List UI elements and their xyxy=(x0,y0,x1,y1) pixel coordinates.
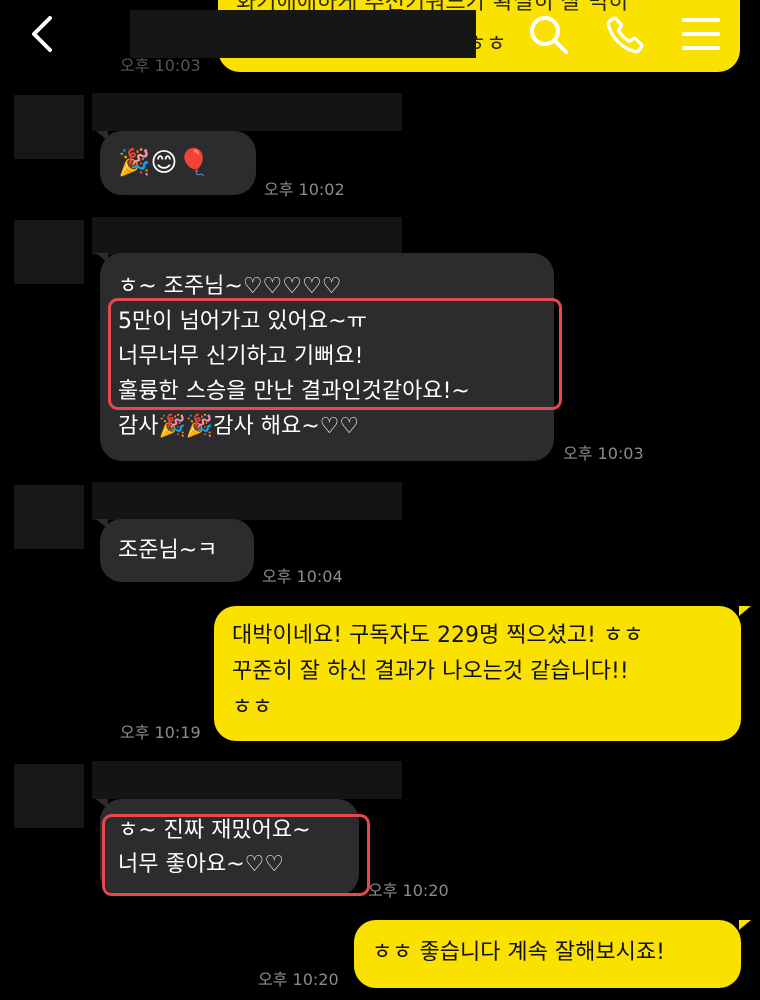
avatar[interactable] xyxy=(14,485,84,549)
my-message-bubble[interactable]: 대박이네요! 구독자도 229명 찍으셨고! ㅎㅎ 꾸준히 잘 하신 결과가 나… xyxy=(214,606,741,741)
message-time: 오후 10:03 xyxy=(563,444,644,463)
my-message-bubble[interactable]: ㅎㅎ 좋습니다 계속 잘해보시죠! xyxy=(354,920,741,988)
message-time: 오후 10:19 xyxy=(120,723,201,742)
message-time: 오후 10:20 xyxy=(258,970,339,989)
message-time: 오후 10:20 xyxy=(368,881,449,900)
message-time: 오후 10:02 xyxy=(264,180,345,199)
sender-name-redacted xyxy=(92,482,402,520)
search-icon[interactable] xyxy=(528,14,570,56)
highlight-box xyxy=(108,298,562,410)
highlight-box xyxy=(102,814,370,896)
chat-title-redacted xyxy=(130,10,476,58)
message-text: 조준님~ㅋ xyxy=(118,538,218,563)
message-text: 대박이네요! 구독자도 229명 찍으셨고! ㅎㅎ xyxy=(232,623,644,648)
message-bubble[interactable]: 🎉😊🎈 xyxy=(100,131,256,195)
message-text: 꾸준히 잘 하신 결과가 나오는것 같습니다!! xyxy=(232,659,629,684)
menu-icon[interactable] xyxy=(682,17,720,51)
sender-name-redacted xyxy=(92,761,402,799)
back-arrow-icon[interactable] xyxy=(28,14,58,54)
message-time: 오후 10:04 xyxy=(262,567,343,586)
bubble-tail xyxy=(739,920,751,930)
message-bubble[interactable]: 조준님~ㅋ xyxy=(100,519,254,582)
message-text: 감사🎉🎉감사 해요~♡♡ xyxy=(118,414,360,439)
phone-icon[interactable] xyxy=(604,14,646,56)
message-text: ㅎㅎ xyxy=(232,695,273,720)
message-text: 🎉😊🎈 xyxy=(118,148,210,178)
message-text: ㅎㅎ 좋습니다 계속 잘해보시죠! xyxy=(372,940,665,965)
avatar[interactable] xyxy=(14,220,84,284)
chat-header: 화기애애하게 추천키워드가 확실히 잘 먹히 ㅎㅎ 오후 10:03 xyxy=(0,0,760,75)
sender-name-redacted xyxy=(92,217,402,255)
bubble-tail xyxy=(739,606,751,616)
avatar[interactable] xyxy=(14,95,84,159)
sender-name-redacted xyxy=(92,93,402,131)
avatar[interactable] xyxy=(14,764,84,828)
